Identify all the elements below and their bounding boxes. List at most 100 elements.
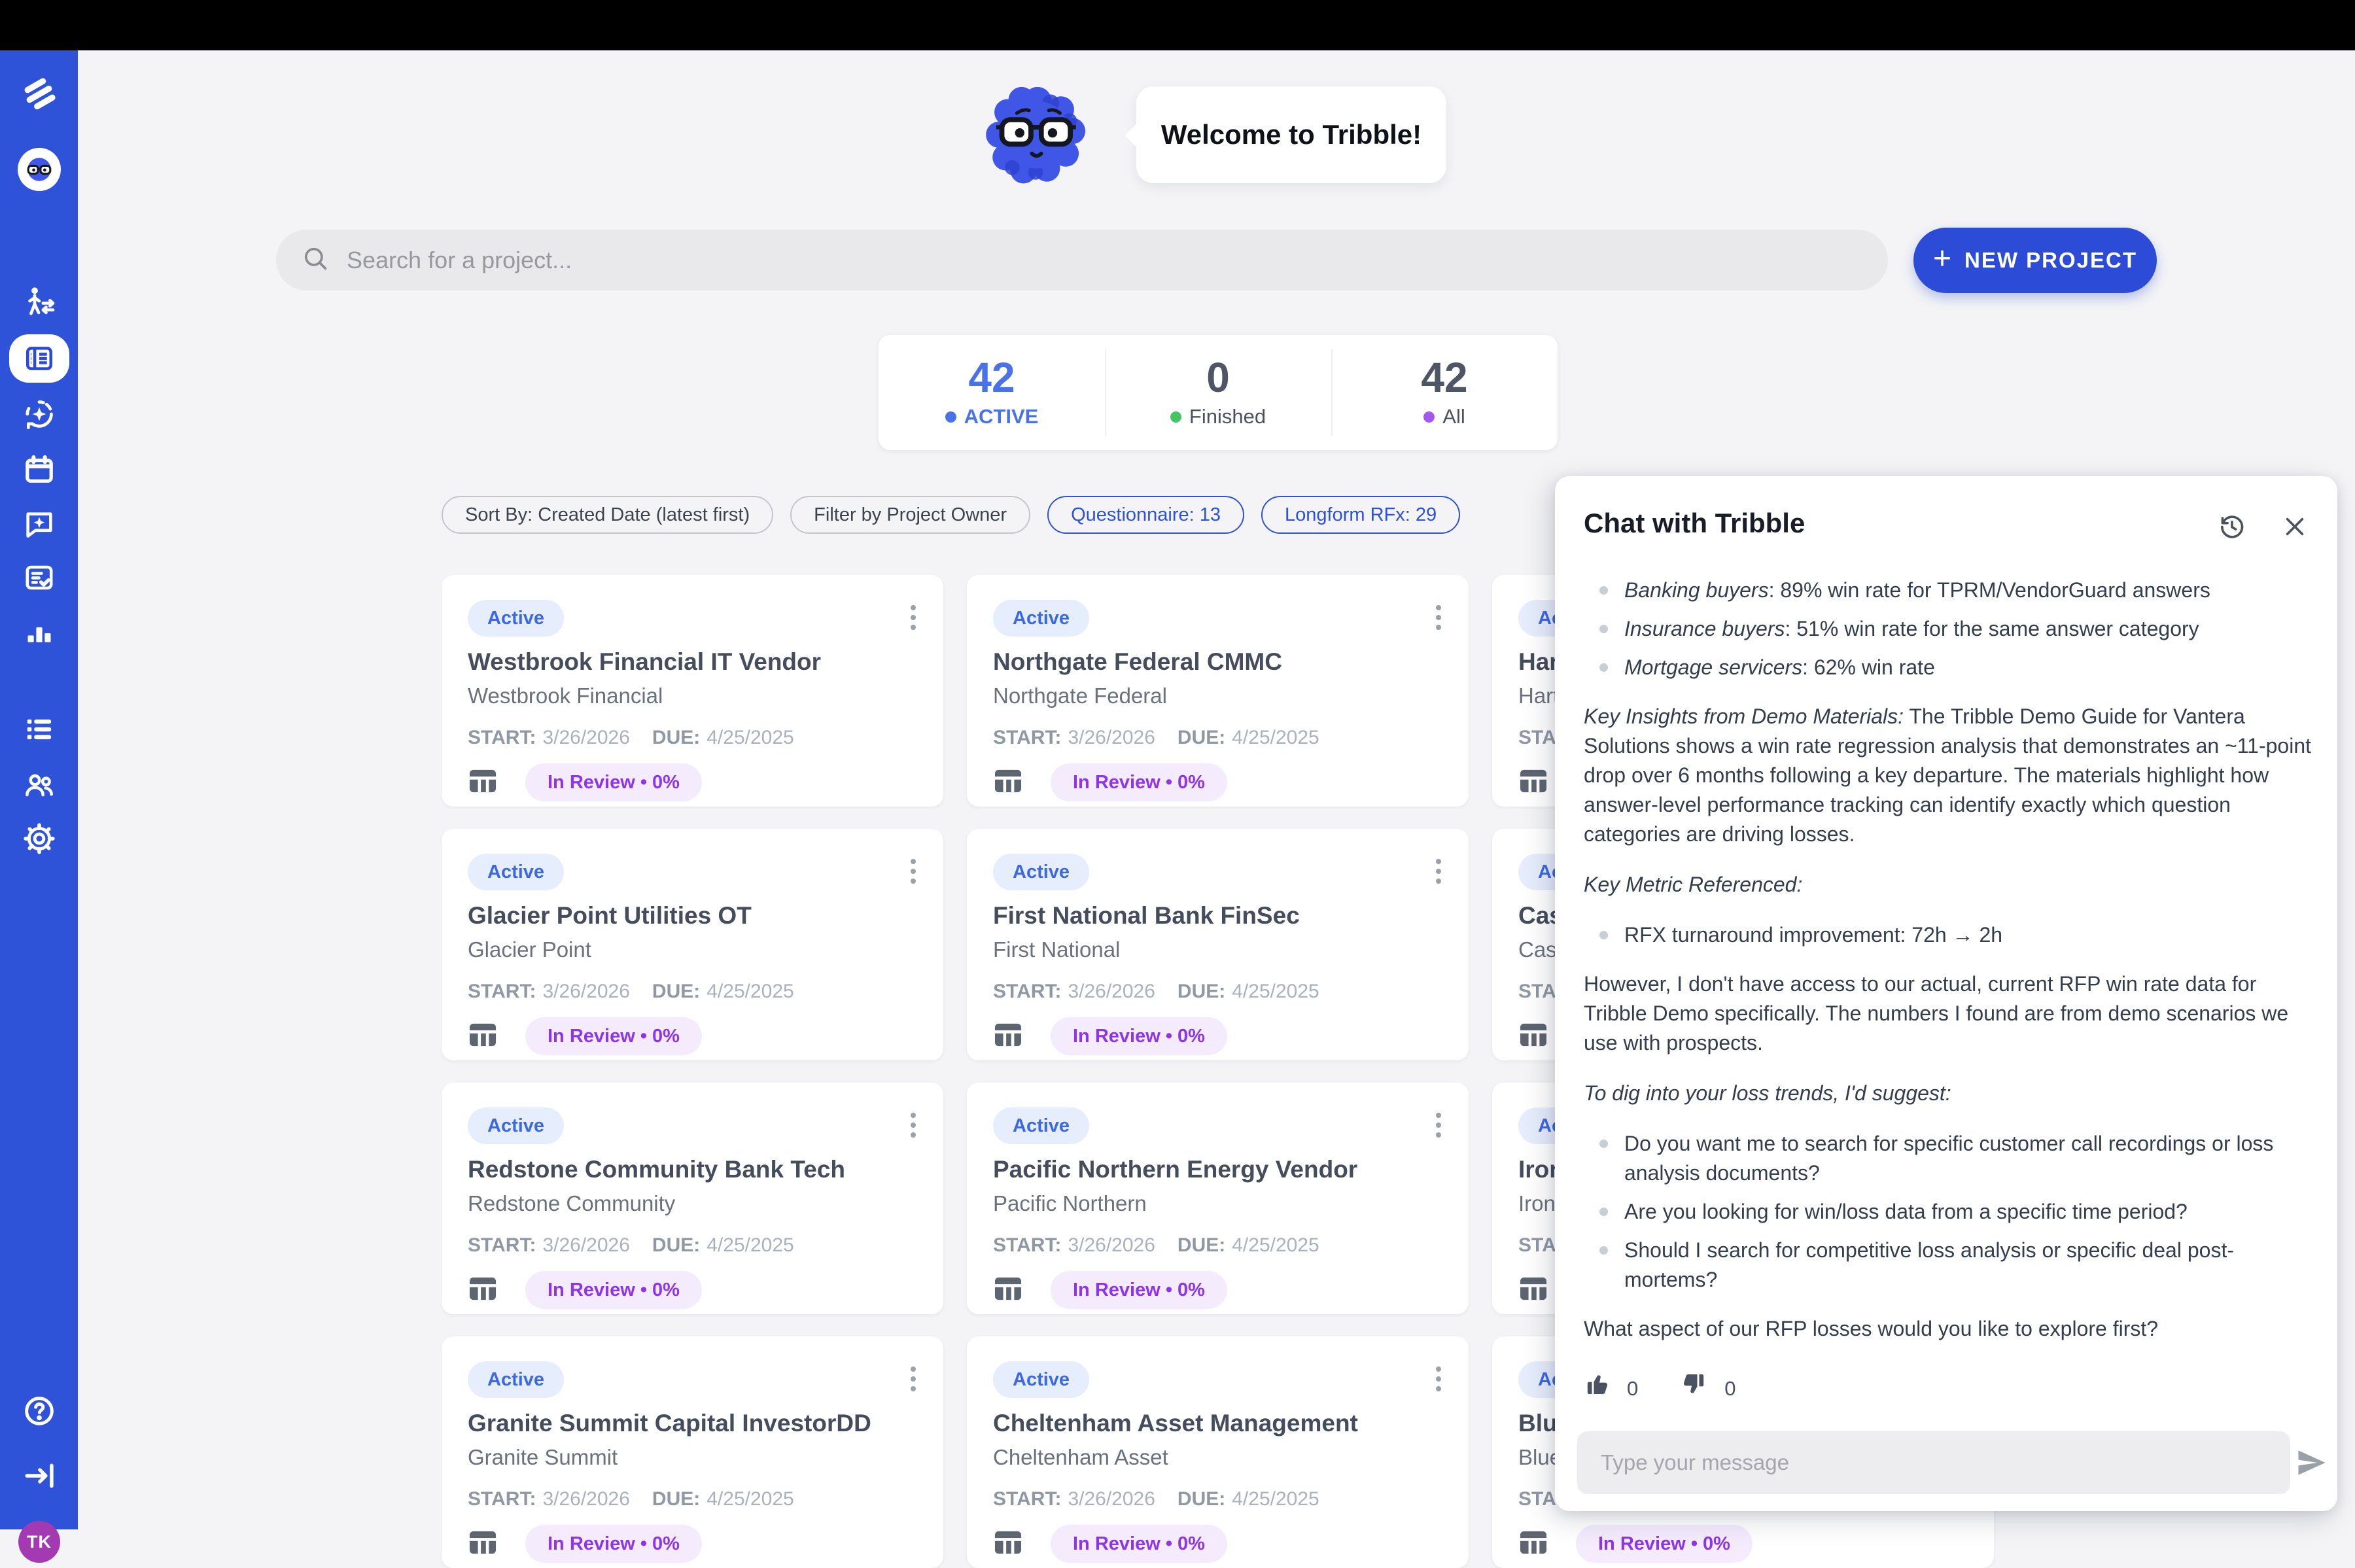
help-icon[interactable] bbox=[22, 1393, 57, 1429]
thumbs-up-count: 0 bbox=[1627, 1374, 1638, 1403]
avatar bbox=[18, 148, 61, 191]
project-client: Westbrook Financial bbox=[468, 684, 663, 708]
project-title: Westbrook Financial IT Vendor bbox=[468, 648, 821, 676]
finished-dot bbox=[1170, 411, 1181, 423]
finished-count: 0 bbox=[1206, 357, 1230, 398]
project-card[interactable]: ActiveNorthgate Federal CMMCNorthgate Fe… bbox=[967, 575, 1469, 807]
due-label: DUE: bbox=[652, 1234, 700, 1256]
filter-chip-owner[interactable]: Filter by Project Owner bbox=[790, 496, 1030, 534]
chat-bullet-item: Should I search for competitive loss ana… bbox=[1584, 1236, 2311, 1295]
review-progress-pill: In Review • 0% bbox=[1051, 1525, 1227, 1563]
card-dates: START:3/26/2026DUE:4/25/2025 bbox=[993, 1234, 1342, 1257]
project-card[interactable]: ActiveGlacier Point Utilities OTGlacier … bbox=[442, 829, 943, 1060]
thumbs-down-icon[interactable] bbox=[1681, 1371, 1707, 1405]
stat-active[interactable]: 42 ACTIVE bbox=[879, 335, 1105, 450]
start-label: START: bbox=[468, 727, 536, 748]
user-avatar[interactable]: TK bbox=[18, 1521, 60, 1563]
due-label: DUE: bbox=[1178, 1234, 1225, 1256]
project-card[interactable]: Active Westbrook Financial IT Vendor Westb… bbox=[442, 575, 943, 807]
status-badge: Active bbox=[993, 854, 1089, 890]
finished-label: Finished bbox=[1189, 405, 1266, 428]
tribble-avatar-icon[interactable] bbox=[18, 148, 61, 191]
chat-title: Chat with Tribble bbox=[1584, 508, 1805, 539]
search-input[interactable] bbox=[330, 230, 1888, 290]
start-date: 3/26/2026 bbox=[1068, 1234, 1155, 1256]
project-card[interactable]: ActiveRedstone Community Bank TechRedsto… bbox=[442, 1083, 943, 1314]
chat-message: Banking buyers: 89% win rate for TPRM/Ve… bbox=[1584, 576, 2311, 1405]
new-project-label: NEW PROJECT bbox=[1964, 248, 2137, 273]
card-menu-kebab-icon[interactable] bbox=[907, 855, 920, 888]
chat-message-input[interactable] bbox=[1577, 1431, 2290, 1494]
project-stats: 42 ACTIVE 0 Finished 42 All bbox=[879, 335, 1558, 450]
project-search bbox=[276, 230, 1888, 290]
settings-gear-icon[interactable] bbox=[22, 822, 56, 856]
active-label: ACTIVE bbox=[964, 405, 1039, 428]
filter-chip-sort[interactable]: Sort By: Created Date (latest first) bbox=[442, 496, 773, 534]
start-label: START: bbox=[468, 1234, 536, 1256]
project-title: Cheltenham Asset Management bbox=[993, 1410, 1358, 1437]
chat-paragraph: However, I don't have access to our actu… bbox=[1584, 969, 2311, 1058]
stat-finished[interactable]: 0 Finished bbox=[1105, 335, 1331, 450]
project-title: Glacier Point Utilities OT bbox=[468, 902, 752, 930]
people-icon[interactable] bbox=[22, 768, 56, 802]
chat-feedback: 00 bbox=[1584, 1371, 2311, 1405]
chat-ai-icon[interactable] bbox=[22, 506, 56, 540]
card-menu-kebab-icon[interactable] bbox=[907, 601, 920, 634]
project-title: Granite Summit Capital InvestorDD bbox=[468, 1410, 871, 1437]
welcome-bubble: Welcome to Tribble! bbox=[1136, 86, 1446, 183]
project-card[interactable]: Active Cheltenham Asset Management Chelten… bbox=[967, 1336, 1469, 1568]
project-card[interactable]: ActivePacific Northern Energy VendorPaci… bbox=[967, 1083, 1469, 1314]
stat-all[interactable]: 42 All bbox=[1331, 335, 1558, 450]
send-message-button[interactable] bbox=[2294, 1446, 2328, 1480]
start-date: 3/26/2026 bbox=[542, 981, 629, 1002]
card-menu-kebab-icon[interactable] bbox=[1432, 1109, 1445, 1141]
filter-chip-longform-rfx[interactable]: Longform RFx: 29 bbox=[1261, 496, 1460, 534]
project-card[interactable]: ActiveGranite Summit Capital InvestorDDG… bbox=[442, 1336, 943, 1568]
calendar-icon[interactable] bbox=[22, 453, 56, 487]
start-label: START: bbox=[993, 1488, 1061, 1510]
tribble-mascot bbox=[981, 78, 1094, 191]
start-date: 3/26/2026 bbox=[1068, 981, 1155, 1002]
status-badge: Active bbox=[993, 1361, 1089, 1398]
project-title: Pacific Northern Energy Vendor bbox=[993, 1156, 1357, 1183]
agent-walk-icon[interactable] bbox=[21, 285, 58, 321]
chat-close-icon[interactable] bbox=[2281, 513, 2309, 544]
card-menu-kebab-icon[interactable] bbox=[1432, 601, 1445, 634]
thumbs-up-icon[interactable] bbox=[1584, 1371, 1610, 1405]
card-menu-kebab-icon[interactable] bbox=[907, 1363, 920, 1395]
start-label: START: bbox=[993, 1234, 1061, 1256]
start-date: 3/26/2026 bbox=[542, 727, 629, 748]
chat-paragraph: Key Insights from Demo Materials: The Tr… bbox=[1584, 702, 2311, 849]
sidebar: TK bbox=[0, 50, 78, 1529]
project-client: First National bbox=[993, 937, 1120, 962]
start-label: START: bbox=[468, 1488, 536, 1510]
table-icon bbox=[468, 1275, 498, 1306]
tribble-logo-icon[interactable] bbox=[19, 74, 60, 114]
card-menu-kebab-icon[interactable] bbox=[1432, 1363, 1445, 1395]
review-progress-pill: In Review • 0% bbox=[1051, 1017, 1227, 1055]
project-client: Cheltenham Asset bbox=[993, 1445, 1168, 1470]
tasks-list-icon[interactable] bbox=[22, 561, 56, 595]
start-date: 3/26/2026 bbox=[542, 1488, 629, 1510]
search-icon bbox=[301, 244, 330, 276]
menu-list-icon[interactable] bbox=[22, 712, 56, 746]
table-icon bbox=[1518, 1021, 1548, 1052]
top-black-bar bbox=[0, 0, 2355, 50]
start-label: START: bbox=[993, 727, 1061, 748]
analytics-bars-icon[interactable] bbox=[23, 617, 56, 650]
new-project-button[interactable]: + NEW PROJECT bbox=[1913, 228, 2157, 293]
status-badge: Active bbox=[468, 600, 564, 636]
due-date: 4/25/2025 bbox=[1232, 981, 1319, 1002]
project-title: Redstone Community Bank Tech bbox=[468, 1156, 845, 1183]
filter-chips: Sort By: Created Date (latest first) Fil… bbox=[442, 496, 1460, 534]
card-menu-kebab-icon[interactable] bbox=[907, 1109, 920, 1141]
project-card[interactable]: ActiveFirst National Bank FinSecFirst Na… bbox=[967, 829, 1469, 1060]
filter-chip-questionnaire[interactable]: Questionnaire: 13 bbox=[1047, 496, 1244, 534]
table-icon bbox=[1518, 767, 1548, 798]
sidebar-item-projects-active[interactable] bbox=[9, 334, 69, 383]
chat-history-icon[interactable] bbox=[2217, 512, 2247, 545]
sign-out-icon[interactable] bbox=[22, 1458, 57, 1493]
sync-ai-icon[interactable] bbox=[22, 396, 57, 432]
card-menu-kebab-icon[interactable] bbox=[1432, 855, 1445, 888]
table-icon bbox=[1518, 1275, 1548, 1306]
